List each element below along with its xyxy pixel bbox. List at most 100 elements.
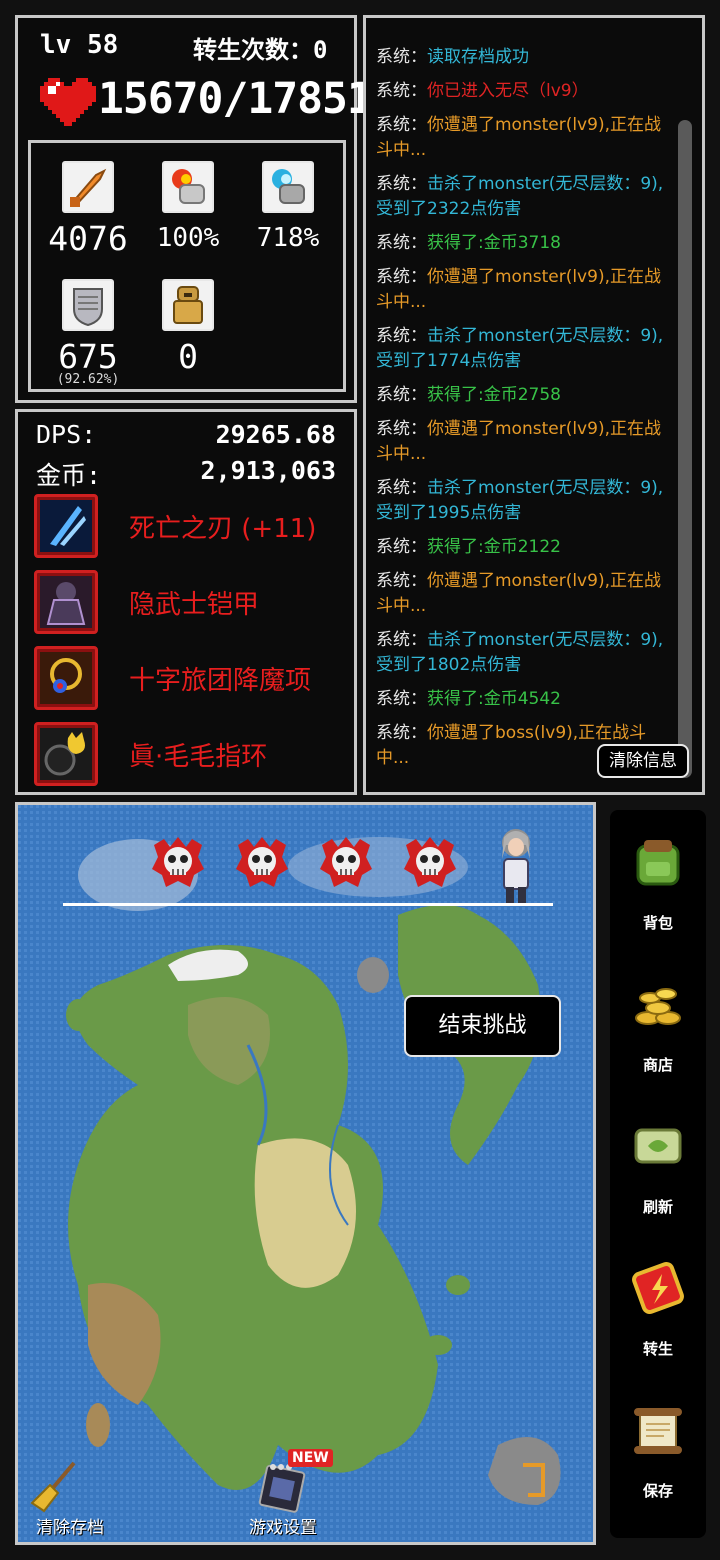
rebirth-talisman-icon [632,1262,684,1314]
attack-value: 4076 [48,219,128,258]
game-settings-button[interactable]: 游戏设置 [233,1459,333,1538]
log-entry: 系统：获得了:金币2758 [376,383,671,408]
side-item-label: 商店 [642,1056,673,1074]
enemy-skull-icon [150,835,206,889]
log-prefix: 系统： [376,689,427,709]
dps-label: DPS: [36,420,97,449]
clear-messages-button[interactable]: 清除信息 [597,744,689,778]
log-entry: 系统：击杀了monster(无尽层数：9),受到了2322点伤害 [376,172,671,222]
log-prefix: 系统： [376,47,427,67]
log-scrollbar[interactable] [678,120,692,778]
backpack-icon [636,840,680,886]
log-prefix: 系统： [376,630,427,650]
crit-damage-stat: 718% [243,161,333,253]
equipment-name: 死亡之刃 (+11) [129,514,317,544]
side-menu: 背包 商店 刷新 转生 保存 [610,810,706,1538]
heart-icon [40,78,96,126]
gold-coins-icon [635,988,681,1025]
crit-damage-value: 718% [256,223,320,253]
side-item-refresh[interactable]: 刷新 [610,1116,706,1217]
log-entry: 系统：击杀了monster(无尽层数：9),受到了1802点伤害 [376,628,671,678]
player-level: lv 58 [40,30,119,60]
fist-ice-icon [262,161,314,213]
log-prefix: 系统： [376,267,427,287]
log-text: 获得了:金币4542 [427,689,561,709]
log-entry: 系统：你遭遇了monster(lv9),正在战斗中... [376,265,671,315]
battle-progress-track [63,903,553,906]
battle-log-panel: 系统：读取存档成功 系统：你已进入无尽（lv9） 系统：你遭遇了monster(lv… [363,15,705,795]
side-item-label: 转生 [642,1340,673,1358]
defense-value: 675 [58,337,118,376]
equipment-name: 隐武士铠甲 [129,590,260,620]
side-item-save[interactable]: 保存 [610,1400,706,1501]
cat-ring-icon [34,722,98,786]
game-settings-label: 游戏设置 [249,1518,317,1538]
enemy-skull-icon [318,835,374,889]
clear-save-button[interactable]: 清除存档 [20,1459,120,1538]
armor-statue-icon [162,279,214,331]
necklace-icon [34,646,98,710]
log-prefix: 系统： [376,233,427,253]
log-text: 获得了:金币3718 [427,233,561,253]
log-text: 读取存档成功 [427,47,529,67]
crit-rate-value: 100% [156,223,220,253]
equipment-name: 眞·毛毛指环 [129,742,268,772]
player-character-icon [486,825,542,907]
gold-value: 2,913,063 [200,456,336,485]
world-map: 结束挑战 清除存档 游戏设置 NEW [15,802,596,1545]
side-item-label: 刷新 [642,1198,673,1216]
broom-icon [30,1461,76,1513]
log-list: 系统：读取存档成功 系统：你已进入无尽（lv9） 系统：你遭遇了monster(lv… [376,45,671,780]
log-entry: 系统：击杀了monster(无尽层数：9),受到了1995点伤害 [376,476,671,526]
save-scroll-icon [634,1408,682,1454]
log-entry: 系统：获得了:金币2122 [376,535,671,560]
gold-label: 金币: [36,461,102,490]
equipment-slot-weapon[interactable]: 死亡之刃 (+11) [34,494,344,558]
log-entry: 系统：读取存档成功 [376,45,671,70]
hp-value: 15670/17851 [98,74,373,124]
log-text: 你已进入无尽（lv9） [427,81,589,101]
defense-percent: (92.62%) [56,372,120,387]
log-entry: 系统：获得了:金币3718 [376,231,671,256]
log-prefix: 系统： [376,478,427,498]
equipment-name: 十字旅团降魔项 [129,666,312,696]
log-entry: 系统：获得了:金币4542 [376,687,671,712]
log-prefix: 系统： [376,385,427,405]
equipment-slot-necklace[interactable]: 十字旅团降魔项 [34,646,344,710]
special-value: 0 [178,337,198,376]
fist-burst-icon [162,161,214,213]
side-item-rebirth[interactable]: 转生 [610,1258,706,1359]
log-entry: 系统：你遭遇了monster(lv9),正在战斗中... [376,113,671,163]
special-stat: 0 [143,279,233,376]
settings-book-icon [258,1464,306,1513]
new-badge: NEW [288,1449,333,1467]
clear-save-label: 清除存档 [36,1518,104,1538]
side-item-label: 保存 [642,1482,673,1500]
attribute-grid: 4076 100% 718% 675 (92.62%) 0 [28,140,346,392]
log-prefix: 系统： [376,571,427,591]
log-prefix: 系统： [376,174,427,194]
crit-rate-stat: 100% [143,161,233,253]
sword-icon [62,161,114,213]
log-prefix: 系统： [376,115,427,135]
equipment-slot-ring[interactable]: 眞·毛毛指环 [34,722,344,786]
log-entry: 系统：你已进入无尽（lv9） [376,79,671,104]
side-item-shop[interactable]: 商店 [610,974,706,1075]
equipment-panel: DPS: 29265.68 金币: 2,913,063 死亡之刃 (+11) 隐… [15,409,357,795]
shield-icon [62,279,114,331]
enemy-skull-icon [234,835,290,889]
log-entry: 系统：你遭遇了monster(lv9),正在战斗中... [376,417,671,467]
log-entry: 系统：击杀了monster(无尽层数：9),受到了1774点伤害 [376,324,671,374]
stats-panel: lv 58 转生次数：0 15670/17851 4076 100% 718% [15,15,373,403]
map-terrain [18,805,593,1542]
end-challenge-button[interactable]: 结束挑战 [404,995,561,1057]
side-item-label: 背包 [642,914,673,932]
log-prefix: 系统： [376,81,427,101]
side-item-backpack[interactable]: 背包 [610,832,706,933]
equipment-slot-armor[interactable]: 隐武士铠甲 [34,570,344,634]
defense-stat: 675 (92.62%) [43,279,133,387]
log-text: 获得了:金币2758 [427,385,561,405]
samurai-armor-icon [34,570,98,634]
scroll-icon [634,1128,682,1164]
log-text: 获得了:金币2122 [427,537,561,557]
